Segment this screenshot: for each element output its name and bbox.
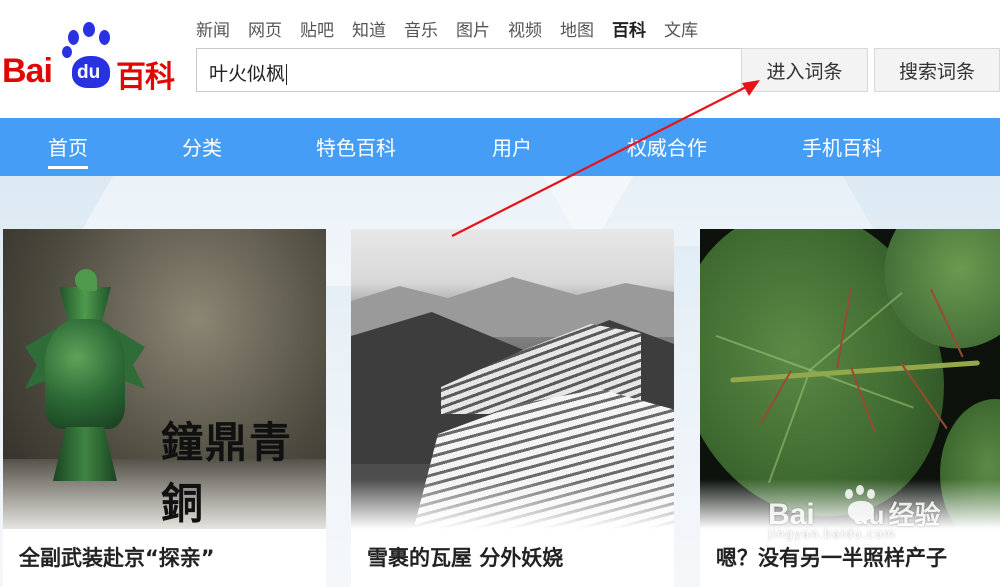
topnav-item-web[interactable]: 网页: [248, 16, 282, 41]
search-input-value: 叶火似枫: [209, 63, 286, 85]
enter-entry-button[interactable]: 进入词条: [741, 48, 868, 92]
logo-product: 百科: [116, 60, 175, 95]
topnav-item-music[interactable]: 音乐: [404, 16, 438, 41]
baidu-jingyan-watermark: Baidu经验 jingyan.baidu.com: [768, 485, 978, 541]
watermark-url: jingyan.baidu.com: [768, 527, 896, 541]
mainnav-item-featured[interactable]: 特色百科: [316, 132, 396, 161]
snowy-terraces-image: [351, 229, 674, 529]
text-caret: [286, 64, 288, 85]
topnav-item-news[interactable]: 新闻: [196, 16, 230, 41]
logo-brand: Bai: [2, 52, 53, 90]
feature-card[interactable]: 鐘鼎青銅 全副武装赴京“探亲”: [3, 229, 326, 587]
topnav-item-baike[interactable]: 百科: [612, 16, 646, 41]
mainnav-item-authority[interactable]: 权威合作: [627, 132, 707, 161]
baidu-baike-logo[interactable]: Bai du 百科: [2, 22, 180, 95]
topnav-item-wenku[interactable]: 文库: [664, 16, 698, 41]
bronze-vessel-image: 鐘鼎青銅: [3, 229, 326, 529]
topnav-item-tieba[interactable]: 贴吧: [300, 16, 334, 41]
image-calligraphy-text: 鐘鼎青銅: [161, 418, 294, 528]
card-caption[interactable]: 全副武装赴京“探亲”: [19, 542, 215, 572]
logo-du: du: [77, 62, 101, 83]
mainnav-item-home[interactable]: 首页: [48, 132, 88, 169]
mainnav-item-user[interactable]: 用户: [492, 132, 532, 161]
top-navigation: 新闻 网页 贴吧 知道 音乐 图片 视频 地图 百科 文库: [196, 16, 698, 41]
topnav-item-map[interactable]: 地图: [560, 16, 594, 41]
paw-icon: [842, 485, 882, 525]
header: Bai du 百科 新闻 网页 贴吧 知道 音乐 图片 视频 地图 百科 文库 …: [0, 0, 1000, 118]
search-input[interactable]: 叶火似枫: [196, 48, 741, 92]
mainnav-item-category[interactable]: 分类: [182, 132, 222, 161]
feature-card[interactable]: 雪裹的瓦屋 分外妖娆: [351, 229, 674, 587]
card-caption[interactable]: 雪裹的瓦屋 分外妖娆: [367, 542, 563, 572]
topnav-item-video[interactable]: 视频: [508, 16, 542, 41]
topnav-item-zhidao[interactable]: 知道: [352, 16, 386, 41]
stick-insect-leaf-image: [700, 229, 1000, 529]
card-caption[interactable]: 嗯？没有另一半照样产子: [716, 542, 947, 572]
mainnav-item-mobile[interactable]: 手机百科: [802, 132, 882, 161]
main-navigation: 首页 分类 特色百科 用户 权威合作 手机百科: [0, 118, 1000, 176]
paw-icon: du: [62, 22, 116, 88]
topnav-item-images[interactable]: 图片: [456, 16, 490, 41]
search-entry-button[interactable]: 搜索词条: [874, 48, 1000, 92]
